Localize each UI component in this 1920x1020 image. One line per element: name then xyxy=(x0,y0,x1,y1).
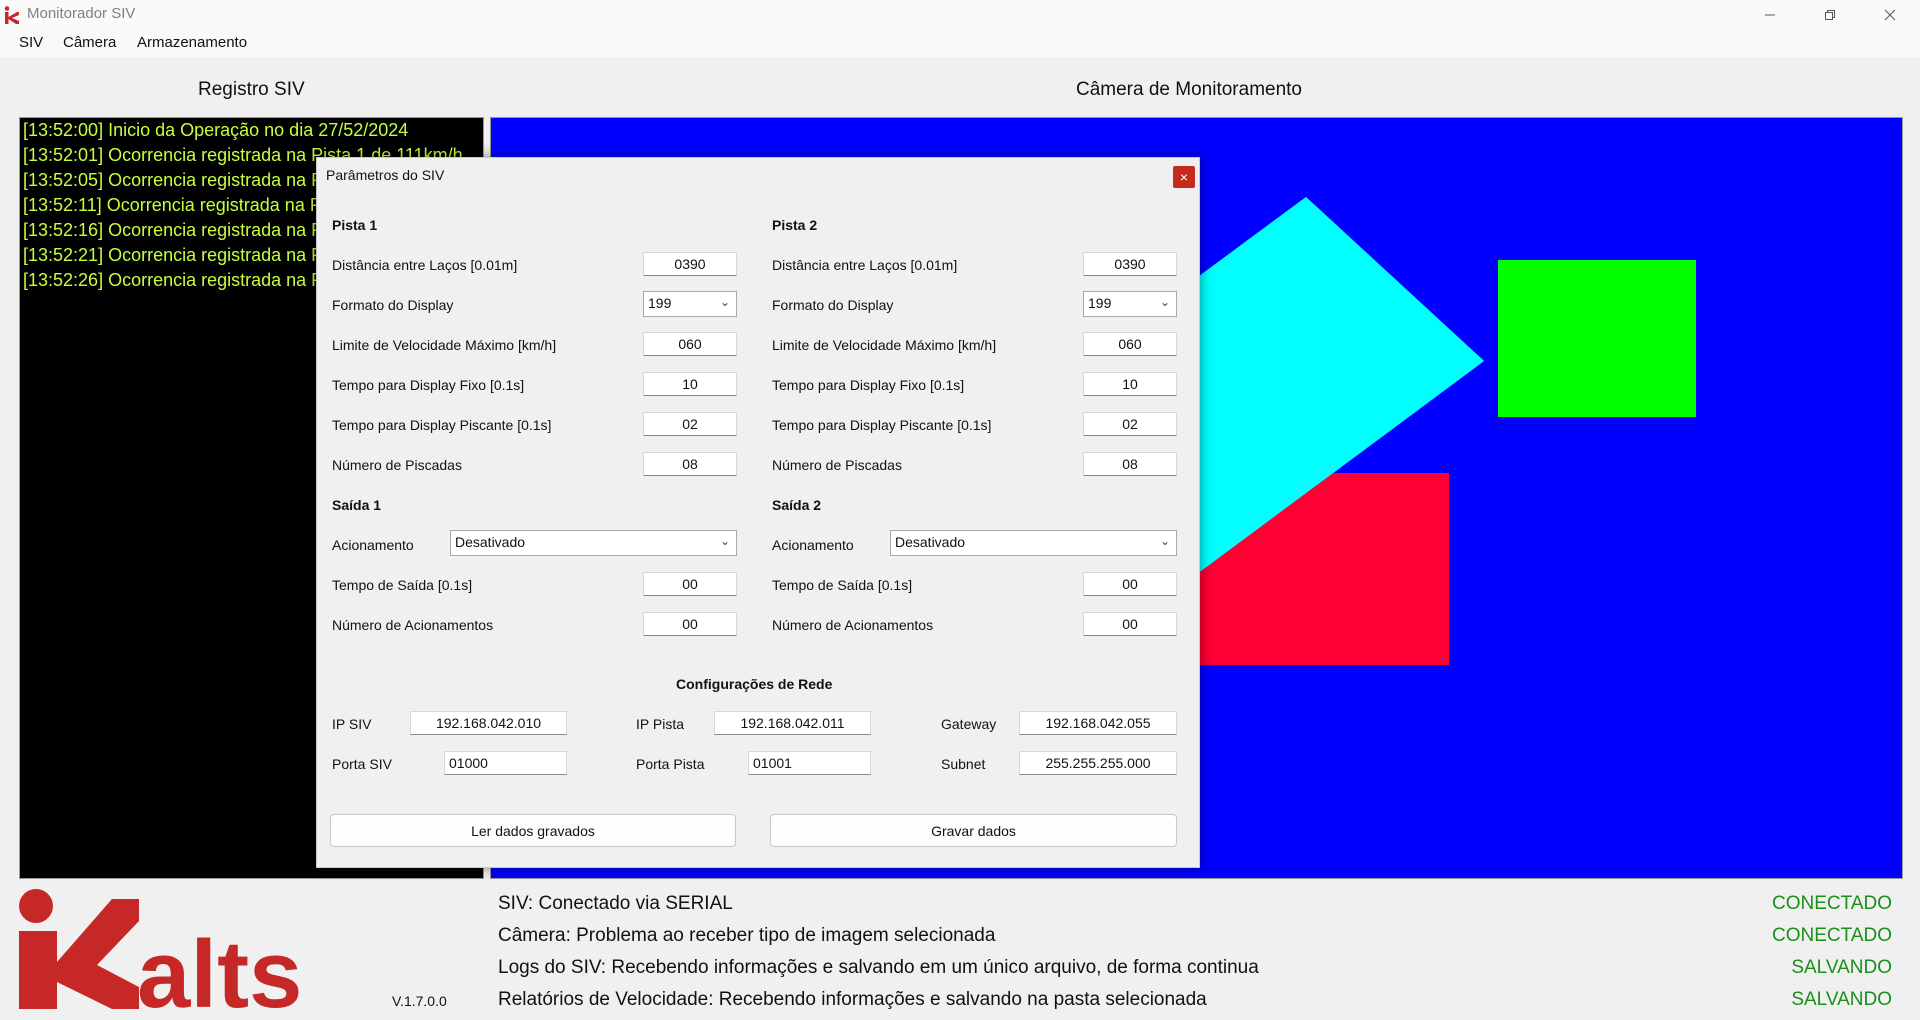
pista2-distancia-input[interactable] xyxy=(1083,252,1177,276)
pista1-distancia-input[interactable] xyxy=(643,252,737,276)
pista2-formato-value: 199 xyxy=(1088,295,1112,311)
dialog-close-button[interactable]: × xyxy=(1173,166,1195,188)
write-data-button[interactable]: Gravar dados xyxy=(770,814,1177,847)
saida2-tempo-input[interactable] xyxy=(1083,572,1177,596)
menu-siv[interactable]: SIV xyxy=(19,34,43,51)
saida2-acionamento-label: Acionamento xyxy=(772,537,854,553)
pista1-piscante-input[interactable] xyxy=(643,412,737,436)
saida1-heading: Saída 1 xyxy=(332,497,382,513)
saida1-numero-input[interactable] xyxy=(643,612,737,636)
ip-pista-input[interactable] xyxy=(714,711,871,735)
camera-panel-title: Câmera de Monitoramento xyxy=(1076,79,1302,100)
chevron-down-icon: ⌄ xyxy=(1159,295,1170,309)
porta-pista-label: Porta Pista xyxy=(636,756,705,772)
status-siv-text: SIV: Conectado via SERIAL xyxy=(498,893,733,914)
restore-icon xyxy=(1825,9,1835,20)
status-reports-text: Relatórios de Velocidade: Recebendo info… xyxy=(498,989,1207,1010)
app-icon xyxy=(4,6,19,24)
saida1-tempo-label: Tempo de Saída [0.1s] xyxy=(332,577,473,593)
saida1-numero-label: Número de Acionamentos xyxy=(332,617,494,633)
chevron-down-icon: ⌄ xyxy=(719,295,730,309)
gateway-label: Gateway xyxy=(941,716,997,732)
restore-button[interactable] xyxy=(1800,0,1860,29)
read-data-button[interactable]: Ler dados gravados xyxy=(330,814,736,847)
porta-siv-input[interactable] xyxy=(444,751,567,775)
version-label: V.1.7.0.0 xyxy=(392,993,447,1009)
logo-text: alts xyxy=(137,921,302,1012)
pista1-formato-select[interactable]: 199 ⌄ xyxy=(643,291,737,317)
pista2-piscadas-input[interactable] xyxy=(1083,452,1177,476)
subnet-input[interactable] xyxy=(1019,751,1177,775)
pista1-piscante-label: Tempo para Display Piscante [0.1s] xyxy=(332,417,552,433)
pista2-formato-label: Formato do Display xyxy=(772,297,894,313)
pista2-formato-select[interactable]: 199 ⌄ xyxy=(1083,291,1177,317)
chevron-down-icon: ⌄ xyxy=(719,534,730,548)
pista2-fixo-label: Tempo para Display Fixo [0.1s] xyxy=(772,377,965,393)
saida2-heading: Saída 2 xyxy=(772,497,822,513)
status-camera-text: Câmera: Problema ao receber tipo de imag… xyxy=(498,925,996,946)
pista1-formato-value: 199 xyxy=(648,295,672,311)
menu-camera[interactable]: Câmera xyxy=(63,34,116,51)
status-reports-value: SALVANDO xyxy=(1791,989,1892,1010)
saida2-numero-input[interactable] xyxy=(1083,612,1177,636)
pista1-piscadas-label: Número de Piscadas xyxy=(332,457,462,473)
pista2-piscante-input[interactable] xyxy=(1083,412,1177,436)
saida1-tempo-input[interactable] xyxy=(643,572,737,596)
close-button[interactable] xyxy=(1860,0,1920,29)
pista2-limite-input[interactable] xyxy=(1083,332,1177,356)
saida2-numero-label: Número de Acionamentos xyxy=(772,617,934,633)
subnet-label: Subnet xyxy=(941,756,986,772)
minimize-icon xyxy=(1765,14,1775,15)
porta-siv-label: Porta SIV xyxy=(332,756,392,772)
saida1-acionamento-value: Desativado xyxy=(455,534,526,550)
status-camera-value: CONECTADO xyxy=(1772,925,1892,946)
log-line: [13:52:00] Inicio da Operação no dia 27/… xyxy=(23,120,409,140)
chevron-down-icon: ⌄ xyxy=(1159,534,1170,548)
pista1-piscadas-input[interactable] xyxy=(643,452,737,476)
green-shape xyxy=(1498,260,1696,417)
ip-siv-label: IP SIV xyxy=(332,716,372,732)
pista2-piscante-label: Tempo para Display Piscante [0.1s] xyxy=(772,417,992,433)
pista1-limite-input[interactable] xyxy=(643,332,737,356)
window-title: Monitorador SIV xyxy=(27,5,136,22)
saida1-acionamento-label: Acionamento xyxy=(332,537,414,553)
pista1-fixo-input[interactable] xyxy=(643,372,737,396)
pista1-heading: Pista 1 xyxy=(332,217,378,233)
dialog-title: Parâmetros do SIV xyxy=(326,167,445,183)
pista2-heading: Pista 2 xyxy=(772,217,818,233)
close-icon xyxy=(1884,9,1896,20)
title-bar: Monitorador SIV xyxy=(0,0,1920,29)
minimize-button[interactable] xyxy=(1740,0,1800,29)
log-panel-title: Registro SIV xyxy=(198,79,305,100)
status-logs-text: Logs do SIV: Recebendo informações e sal… xyxy=(498,957,1259,978)
menu-armazenamento[interactable]: Armazenamento xyxy=(137,34,247,51)
saida2-acionamento-value: Desativado xyxy=(895,534,966,550)
siv-parameters-dialog: Parâmetros do SIV × Pista 1 Distância en… xyxy=(316,157,1200,868)
pista1-distancia-label: Distância entre Laços [0.01m] xyxy=(332,257,518,273)
pista1-formato-label: Formato do Display xyxy=(332,297,454,313)
menu-bar: SIV Câmera Armazenamento xyxy=(0,29,1920,57)
rede-heading: Configurações de Rede xyxy=(676,676,833,692)
saida2-tempo-label: Tempo de Saída [0.1s] xyxy=(772,577,913,593)
pista1-limite-label: Limite de Velocidade Máximo [km/h] xyxy=(332,337,557,353)
pista2-distancia-label: Distância entre Laços [0.01m] xyxy=(772,257,958,273)
ip-pista-label: IP Pista xyxy=(636,716,684,732)
status-siv-value: CONECTADO xyxy=(1772,893,1892,914)
kalts-logo: alts xyxy=(19,889,302,1012)
close-icon: × xyxy=(1179,169,1189,185)
saida2-acionamento-select[interactable]: Desativado ⌄ xyxy=(890,530,1177,556)
pista2-piscadas-label: Número de Piscadas xyxy=(772,457,902,473)
saida1-acionamento-select[interactable]: Desativado ⌄ xyxy=(450,530,737,556)
pista1-fixo-label: Tempo para Display Fixo [0.1s] xyxy=(332,377,525,393)
gateway-input[interactable] xyxy=(1019,711,1177,735)
pista2-fixo-input[interactable] xyxy=(1083,372,1177,396)
ip-siv-input[interactable] xyxy=(410,711,567,735)
status-logs-value: SALVANDO xyxy=(1791,957,1892,978)
porta-pista-input[interactable] xyxy=(748,751,871,775)
pista2-limite-label: Limite de Velocidade Máximo [km/h] xyxy=(772,337,997,353)
